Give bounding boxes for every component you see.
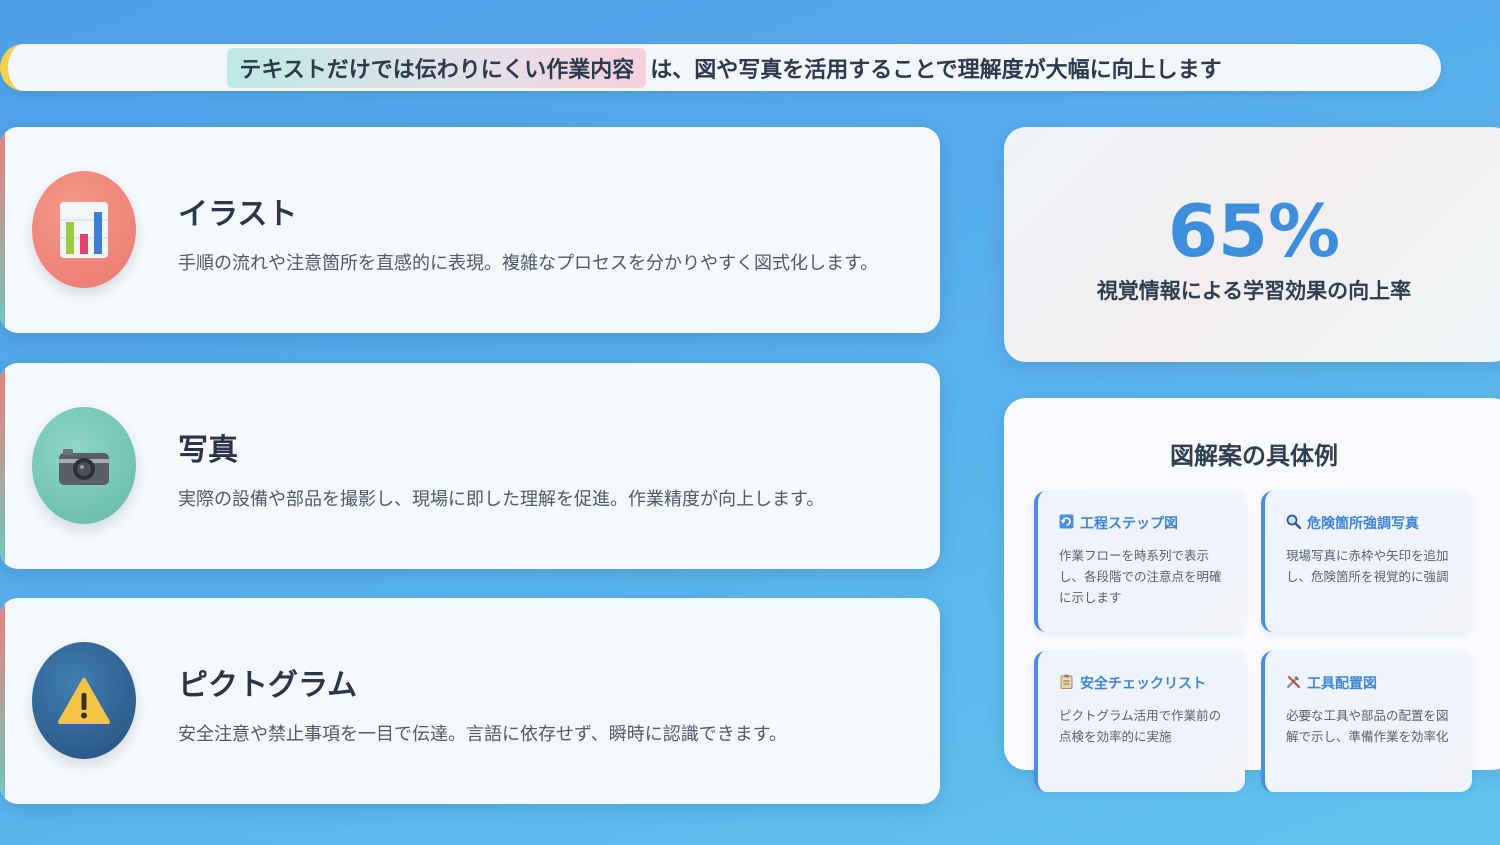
card-title: ピクトグラム (178, 668, 358, 703)
card-description: 手順の流れや注意箇所を直感的に表現。複雑なプロセスを分かりやすく図式化します。 (178, 253, 879, 274)
magnifier-icon (1286, 514, 1302, 533)
example-text: 必要な工具や部品の配置を図解で示し、準備作業を効率化 (1286, 708, 1449, 744)
example-text: 現場写真に赤枠や矢印を追加し、危険箇所を視覚的に強調 (1286, 548, 1449, 584)
example-card: 工具配置図 必要な工具や部品の配置を図解で示し、準備作業を効率化 (1261, 651, 1472, 792)
examples-panel: 図解案の具体例 工程ステップ図 作業フローを時系列で表示し、各段階での注意点を明… (1004, 398, 1500, 792)
bar-chart-icon (32, 171, 136, 288)
stat-label: 視覚情報による学習効果の向上率 (1096, 279, 1412, 303)
banner-highlight: テキストだけでは伝わりにくい作業内容 (227, 47, 647, 88)
tools-icon (1286, 674, 1301, 693)
stat-value: 65% (1167, 189, 1341, 273)
banner-text: は、図や写真を活用することで理解度が大幅に向上します (650, 57, 1222, 83)
stat-panel: 65% 視覚情報による学習効果の向上率 (1004, 127, 1500, 362)
example-title: 工程ステップ図 (1080, 516, 1178, 532)
example-text: ピクトグラム活用で作業前の点検を効率的に実施 (1059, 708, 1222, 744)
card-title: 写真 (178, 433, 238, 468)
card-illustration: イラスト 手順の流れや注意箇所を直感的に表現。複雑なプロセスを分かりやすく図式化… (0, 127, 940, 333)
card-title: イラスト (178, 197, 298, 232)
card-pictogram: ピクトグラム 安全注意や禁止事項を一目で伝達。言語に依存せず、瞬時に認識できます… (0, 598, 940, 804)
camera-icon (32, 407, 136, 524)
example-title: 危険箇所強調写真 (1307, 516, 1419, 532)
example-card: 工程ステップ図 作業フローを時系列で表示し、各段階での注意点を明確に示します (1034, 491, 1245, 632)
clipboard-icon (1059, 674, 1074, 693)
example-card: 危険箇所強調写真 現場写真に赤枠や矢印を追加し、危険箇所を視覚的に強調 (1261, 491, 1472, 632)
card-photo: 写真 実際の設備や部品を撮影し、現場に即した理解を促進。作業精度が向上します。 (0, 363, 940, 569)
warning-icon (32, 642, 136, 759)
card-description: 安全注意や禁止事項を一目で伝達。言語に依存せず、瞬時に認識できます。 (178, 724, 787, 745)
card-description: 実際の設備や部品を撮影し、現場に即した理解を促進。作業精度が向上します。 (178, 489, 825, 510)
refresh-icon (1059, 514, 1074, 533)
examples-heading: 図解案の具体例 (1170, 442, 1338, 470)
example-card: 安全チェックリスト ピクトグラム活用で作業前の点検を効率的に実施 (1034, 651, 1245, 792)
example-text: 作業フローを時系列で表示し、各段階での注意点を明確に示します (1059, 548, 1222, 605)
example-title: 安全チェックリスト (1080, 676, 1206, 692)
headline-banner: テキストだけでは伝わりにくい作業内容 は、図や写真を活用することで理解度が大幅に… (0, 44, 1441, 91)
example-title: 工具配置図 (1307, 676, 1377, 692)
